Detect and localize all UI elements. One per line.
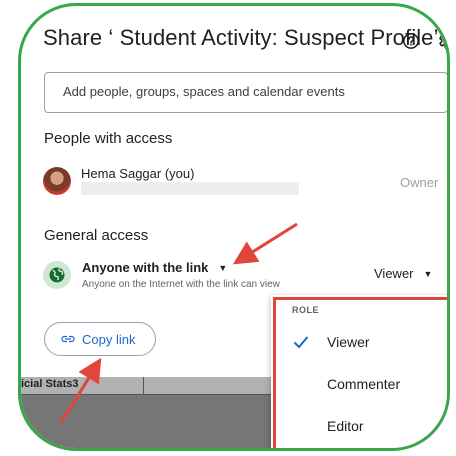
link-access-label: Anyone with the link [82, 260, 209, 275]
dialog-title: Share ‘ Student Activity: Suspect Profil… [43, 25, 439, 50]
globe-icon [49, 267, 65, 283]
copy-link-label: Copy link [82, 332, 136, 347]
globe-badge [43, 261, 71, 289]
avatar [43, 167, 71, 195]
copy-link-button[interactable]: Copy link [44, 322, 156, 356]
rounded-frame: Share ‘ Student Activity: Suspect Profil… [18, 3, 450, 451]
link-access-dropdown[interactable]: Anyone with the link ▼ [82, 260, 227, 275]
general-role-label: Viewer [374, 266, 414, 281]
background-cell-text: icial Stats3 [21, 378, 79, 390]
annotation-arrow-access [232, 222, 298, 265]
people-with-access-heading: People with access [44, 130, 173, 147]
dropdown-caret-icon: ▼ [423, 269, 433, 279]
add-people-input[interactable]: Add people, groups, spaces and calendar … [44, 72, 447, 113]
general-access-heading: General access [44, 227, 149, 244]
annotation-highlight-box [273, 297, 447, 448]
link-access-description: Anyone on the Internet with the link can… [82, 279, 280, 290]
owner-role-label: Owner [400, 175, 439, 190]
dropdown-caret-icon: ▼ [218, 263, 228, 273]
person-name: Hema Saggar (you) [81, 166, 195, 181]
general-role-dropdown[interactable]: Viewer ▼ [374, 266, 432, 281]
background-table-divider [143, 377, 144, 394]
gear-icon[interactable] [437, 32, 450, 52]
link-icon [61, 335, 75, 343]
redacted-email [81, 182, 299, 195]
help-icon[interactable] [402, 32, 420, 50]
